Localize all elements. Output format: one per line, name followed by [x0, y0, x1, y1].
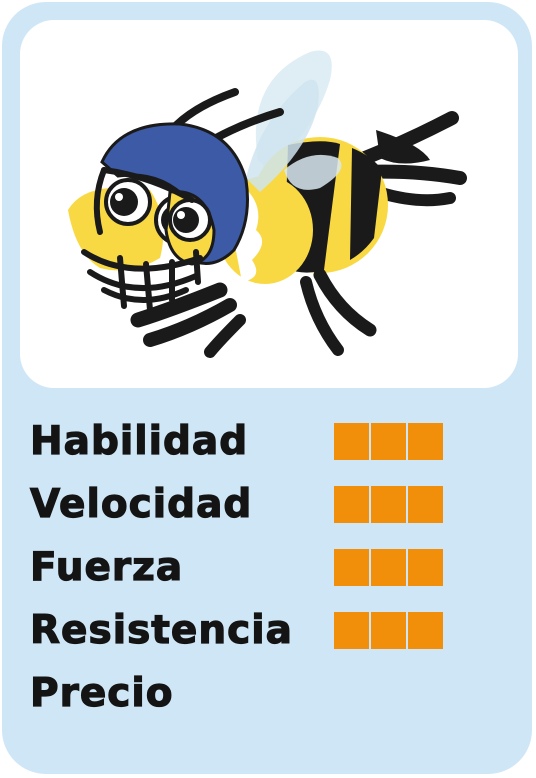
stat-bars [334, 612, 443, 649]
stat-bar-segment [371, 486, 406, 523]
stat-bar-segment [334, 486, 369, 523]
bee-leg [204, 314, 246, 358]
stat-bar-segment [408, 612, 443, 649]
stat-label: Velocidad [29, 481, 253, 527]
stats-panel: Habilidad Velocidad Fuerza Resistencia P… [29, 414, 500, 729]
stat-label: Resistencia [29, 607, 293, 653]
bee-illustration [68, 50, 467, 358]
stat-row-resistencia: Resistencia [29, 603, 500, 666]
stat-bar-segment [408, 486, 443, 523]
stat-bar-segment [334, 423, 369, 460]
stat-bars [334, 423, 443, 460]
character-art-panel [20, 20, 518, 388]
stat-row-fuerza: Fuerza [29, 540, 500, 603]
bee-leg [313, 268, 377, 337]
stat-label: Fuerza [29, 544, 184, 590]
stat-label: Habilidad [29, 418, 249, 464]
stat-bar-segment [371, 612, 406, 649]
stat-label: Precio [29, 670, 174, 716]
character-card: Habilidad Velocidad Fuerza Resistencia P… [2, 2, 532, 774]
stat-row-habilidad: Habilidad [29, 414, 500, 477]
stat-row-precio: Precio [29, 666, 500, 729]
stat-bar-segment [334, 549, 369, 586]
stat-bar-segment [334, 612, 369, 649]
stat-row-velocidad: Velocidad [29, 477, 500, 540]
stat-bars [334, 549, 443, 586]
stat-bar-segment [371, 423, 406, 460]
stat-bars [334, 486, 443, 523]
stat-bar-segment [408, 423, 443, 460]
stat-bar-segment [371, 549, 406, 586]
stat-bar-segment [408, 549, 443, 586]
